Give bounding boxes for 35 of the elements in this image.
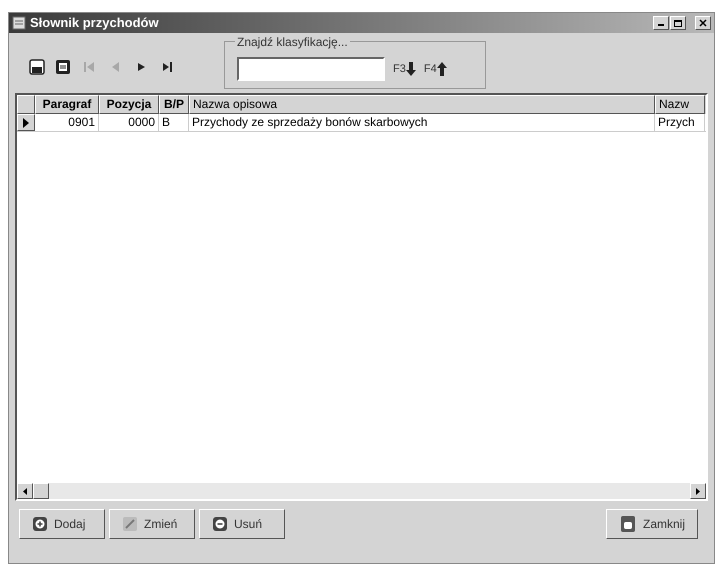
window-icon xyxy=(12,16,26,30)
right-arrow-icon xyxy=(696,488,700,494)
add-button[interactable]: Dodaj xyxy=(19,509,105,539)
delete-button[interactable]: Usuń xyxy=(199,509,285,539)
maximize-button[interactable] xyxy=(670,16,686,30)
find-next-button[interactable]: F3 xyxy=(393,60,416,78)
table-cell: 0901 xyxy=(35,114,99,131)
close-icon xyxy=(699,19,707,27)
table-cell: Przychody ze sprzedaży bonów skarbowych xyxy=(189,114,655,131)
table-cell: B xyxy=(159,114,189,131)
plus-icon xyxy=(32,516,48,532)
minus-icon xyxy=(212,516,228,532)
find-previous-button[interactable]: F4 xyxy=(424,60,447,78)
scroll-thumb[interactable] xyxy=(33,483,49,499)
horizontal-scrollbar[interactable] xyxy=(17,483,706,499)
search-field[interactable] xyxy=(237,57,385,81)
table-cell: 0000 xyxy=(99,114,159,131)
window-title: Słownik przychodów xyxy=(30,14,159,32)
exit-icon xyxy=(618,515,637,533)
close-button[interactable] xyxy=(695,16,711,30)
edit-button[interactable]: Zmień xyxy=(109,509,195,539)
close-button[interactable]: Zamknij xyxy=(606,509,698,539)
table-cell: Przych xyxy=(655,114,705,131)
document-icon xyxy=(54,58,72,76)
left-arrow-icon xyxy=(23,488,27,494)
column-header[interactable]: Paragraf xyxy=(35,95,99,114)
save-icon xyxy=(28,58,46,76)
column-header[interactable]: Nazw xyxy=(655,95,705,114)
edit-icon xyxy=(122,516,138,532)
column-header[interactable]: Pozycja xyxy=(99,95,159,114)
minimize-button[interactable] xyxy=(653,16,669,30)
scroll-left-button[interactable] xyxy=(17,483,33,499)
column-header[interactable]: B/P xyxy=(159,95,189,114)
column-header[interactable]: Nazwa opisowa xyxy=(189,95,655,114)
scroll-right-button[interactable] xyxy=(690,483,706,499)
